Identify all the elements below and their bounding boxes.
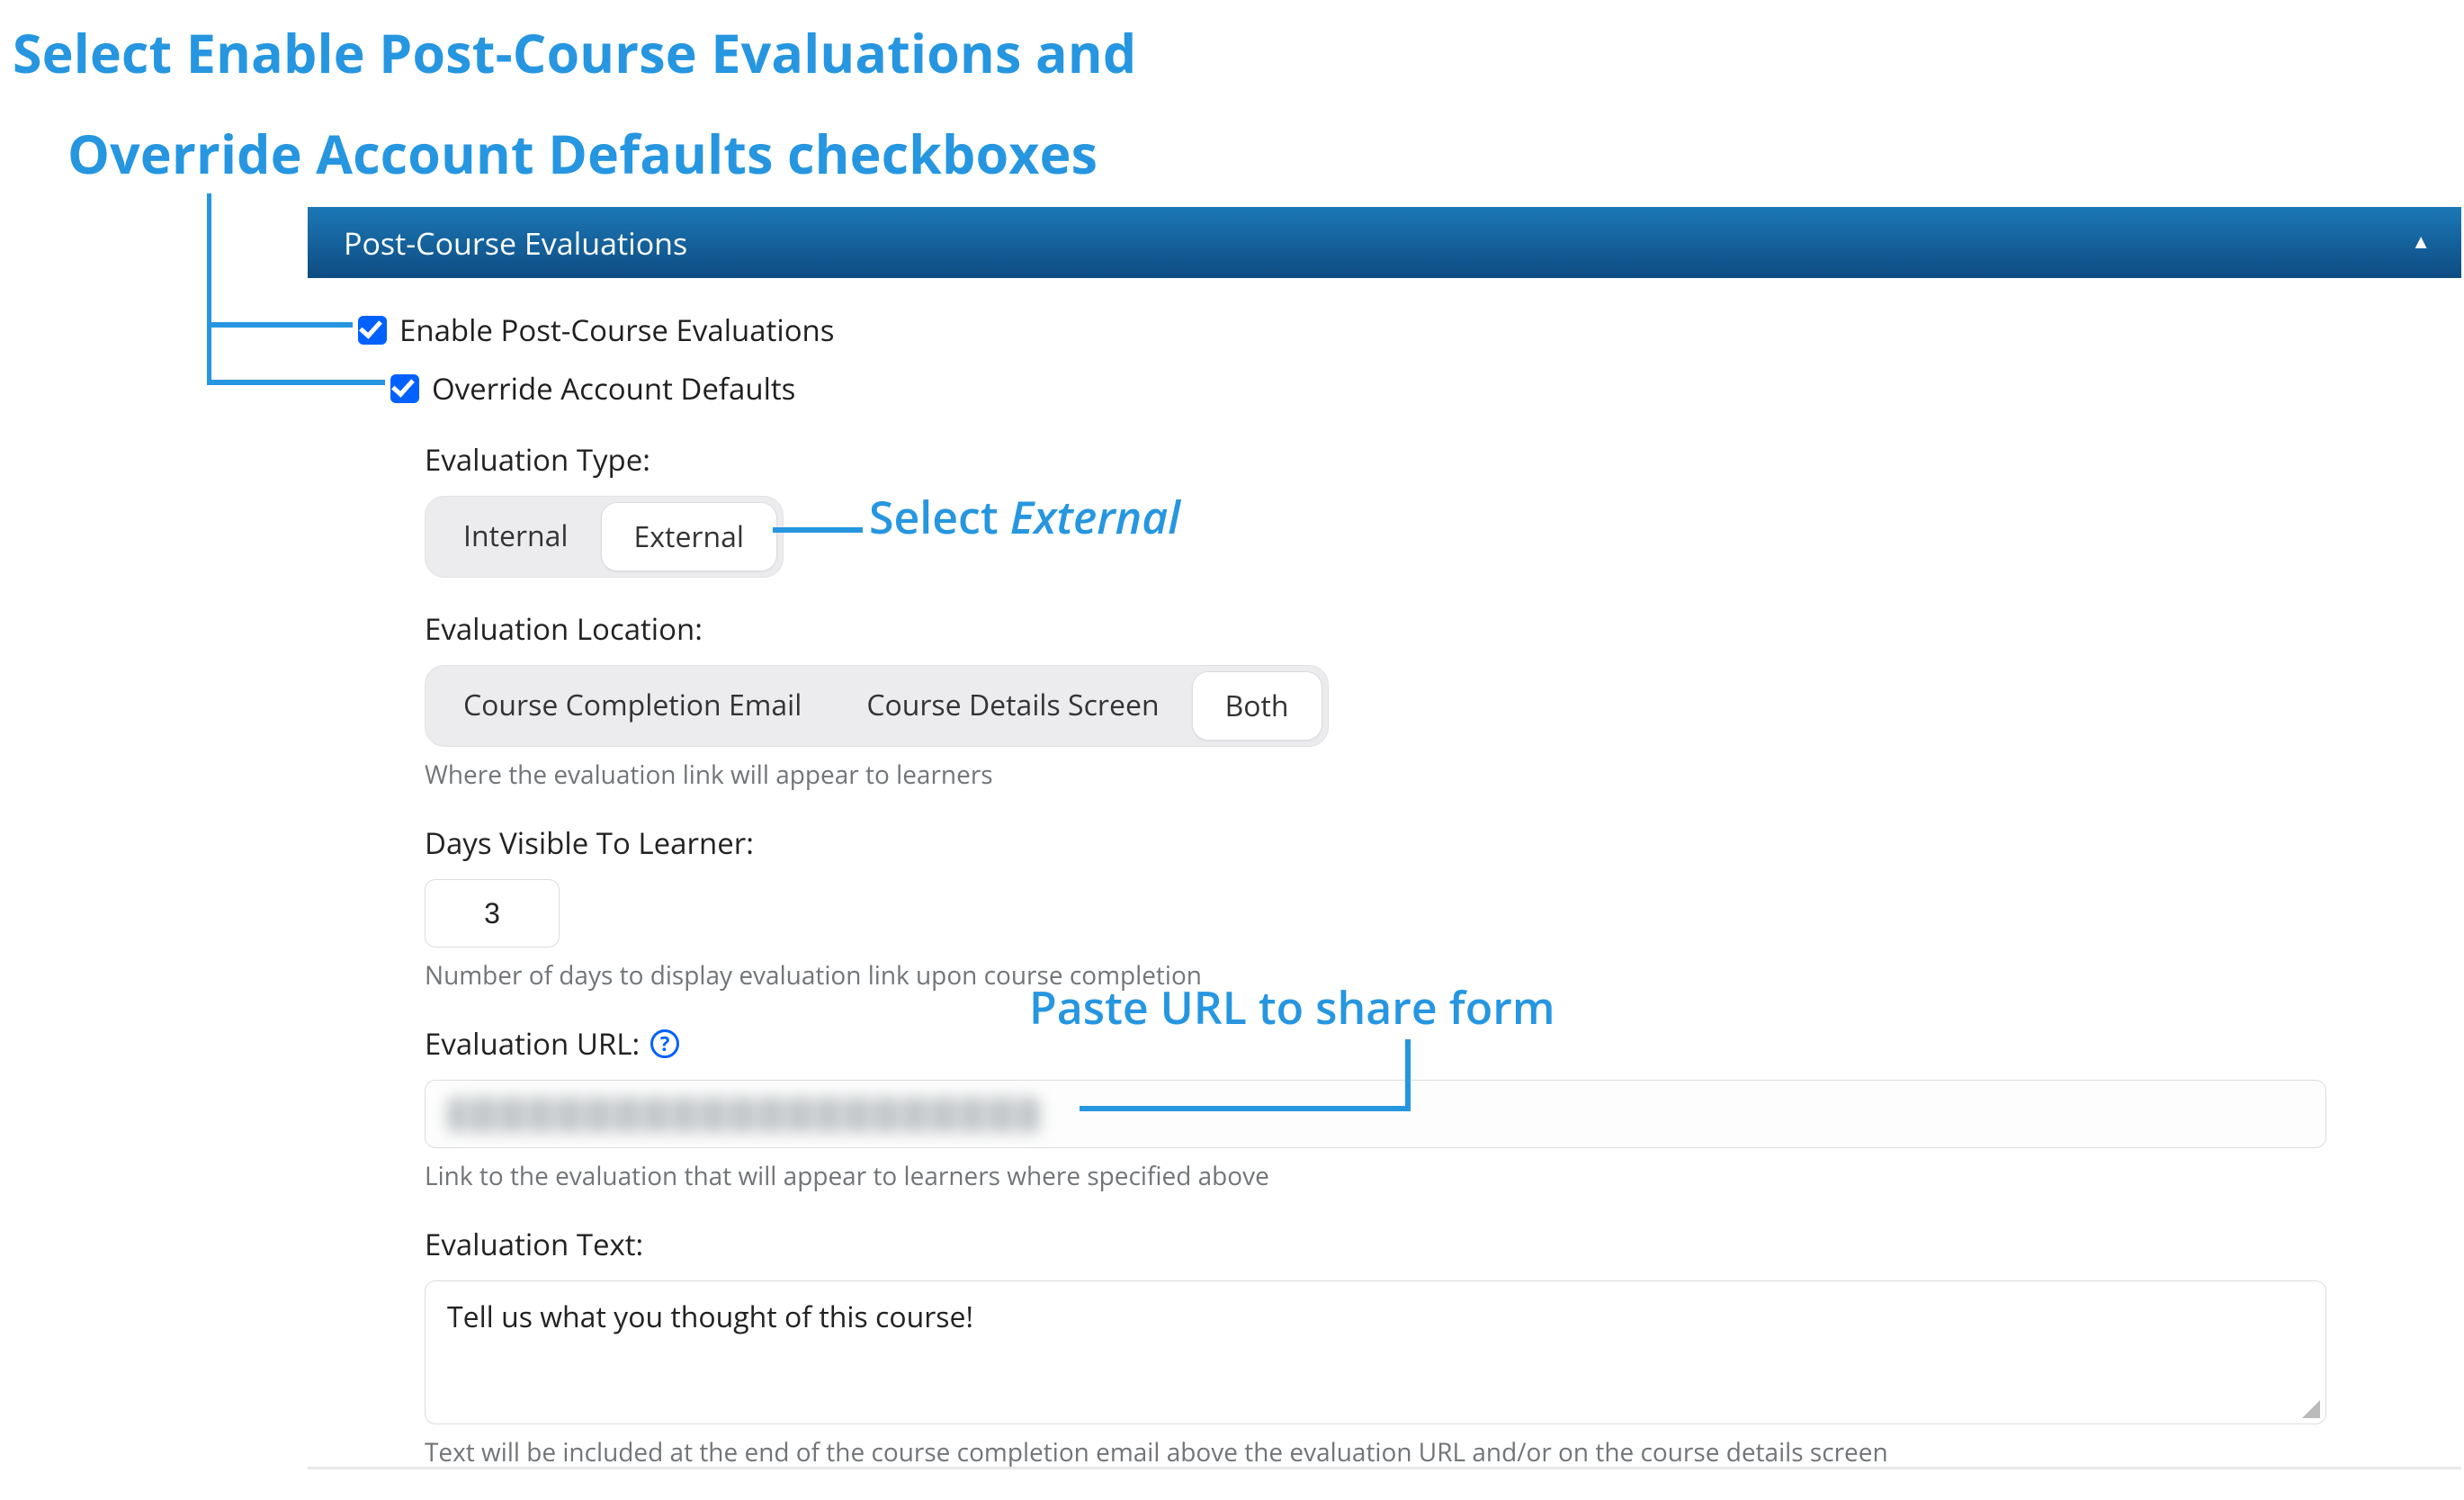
evaluation-location-label: Evaluation Location: xyxy=(425,608,2391,649)
annotation-select-external-italic: External xyxy=(1010,486,1180,547)
annotation-connector xyxy=(207,322,353,328)
annotation-select-external-prefix: Select xyxy=(869,486,1010,547)
evaluation-text-value: Tell us what you thought of this course! xyxy=(447,1298,973,1336)
evaluation-text-label: Evaluation Text: xyxy=(425,1224,2391,1264)
evaluation-url-input[interactable] xyxy=(425,1080,2326,1148)
evaluation-location-help: Where the evaluation link will appear to… xyxy=(425,758,2391,792)
annotation-heading-line2: Override Account Defaults checkboxes xyxy=(67,119,1098,190)
override-account-defaults-label: Override Account Defaults xyxy=(432,368,795,409)
panel-header-post-course-evaluations[interactable]: Post-Course Evaluations ▲ xyxy=(308,207,2461,278)
override-account-defaults-checkbox[interactable] xyxy=(390,374,419,403)
panel-title: Post-Course Evaluations xyxy=(344,222,687,264)
evaluation-type-label: Evaluation Type: xyxy=(425,439,2391,480)
annotation-connector xyxy=(1080,1106,1411,1111)
collapse-caret-icon: ▲ xyxy=(2411,228,2431,255)
evaluation-type-external[interactable]: External xyxy=(601,502,777,571)
evaluation-location-both[interactable]: Both xyxy=(1192,671,1322,741)
annotation-connector xyxy=(773,527,863,533)
enable-post-course-evaluations-checkbox[interactable] xyxy=(358,316,387,345)
annotation-heading-line1: Select Enable Post-Course Evaluations an… xyxy=(13,18,1136,89)
days-visible-label: Days Visible To Learner: xyxy=(425,822,2391,863)
help-icon[interactable]: ? xyxy=(650,1029,679,1058)
enable-post-course-evaluations-label: Enable Post-Course Evaluations xyxy=(399,310,835,350)
annotation-paste-url: Paste URL to share form xyxy=(1029,976,1555,1037)
panel-bottom-border xyxy=(308,1467,2461,1469)
resize-grip-icon[interactable] xyxy=(2302,1400,2320,1418)
annotation-select-external: Select External xyxy=(869,486,1180,547)
annotation-connector xyxy=(207,193,211,384)
evaluation-url-redacted xyxy=(447,1097,1041,1133)
evaluation-text-textarea[interactable]: Tell us what you thought of this course! xyxy=(425,1280,2326,1424)
evaluation-location-email[interactable]: Course Completion Email xyxy=(431,671,834,741)
annotation-connector xyxy=(1405,1039,1411,1111)
evaluation-text-help: Text will be included at the end of the … xyxy=(425,1435,2391,1469)
evaluation-location-details[interactable]: Course Details Screen xyxy=(834,671,1191,741)
evaluation-url-label-text: Evaluation URL: xyxy=(425,1023,640,1064)
evaluation-type-segmented: Internal External xyxy=(425,496,784,578)
evaluation-url-help: Link to the evaluation that will appear … xyxy=(425,1159,2391,1193)
evaluation-location-segmented: Course Completion Email Course Details S… xyxy=(425,665,1329,747)
evaluation-type-internal[interactable]: Internal xyxy=(431,502,601,571)
days-visible-input[interactable] xyxy=(425,879,560,948)
